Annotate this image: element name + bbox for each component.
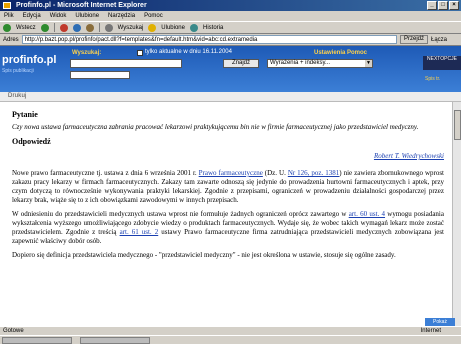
- refresh-icon[interactable]: [72, 23, 81, 32]
- links-label[interactable]: Łącza: [431, 37, 461, 43]
- status-bar: Gotowe Internet: [0, 326, 461, 335]
- address-label: Adres: [3, 36, 19, 43]
- journal-link[interactable]: Nr 126, poz. 1381: [288, 169, 339, 177]
- current-only-checkbox[interactable]: [137, 50, 143, 56]
- author-link[interactable]: Robert T. Wiedrychowski: [12, 152, 444, 161]
- menu-file[interactable]: Plik: [4, 11, 14, 21]
- article-link-60[interactable]: art. 60 ust. 4: [349, 210, 385, 218]
- site-logo[interactable]: profinfo.pl: [2, 54, 56, 66]
- document-content: Pytanie Czy nowa ustawa farmaceutyczna z…: [0, 102, 452, 326]
- search-mode-select[interactable]: Wyrażenia + indeksy... ▼: [267, 59, 373, 68]
- article-link-61[interactable]: art. 61 ust. 2: [120, 228, 159, 236]
- text: Nowe prawo farmaceutyczne tj. ustawa z d…: [12, 169, 199, 177]
- address-bar: Adres http://p.bazt.pop.pl/profinfo/pact…: [0, 34, 461, 46]
- settings-help-links[interactable]: Ustawienia Pomoc: [314, 50, 367, 56]
- window-controls: _ □ ×: [427, 1, 459, 10]
- chevron-down-icon[interactable]: ▼: [365, 60, 372, 67]
- question-heading: Pytanie: [12, 110, 38, 119]
- close-button[interactable]: ×: [449, 1, 459, 10]
- menu-bar: Plik Edycja Widok Ulubione Narzędzia Pom…: [0, 11, 461, 21]
- search-label: Wyszukaj:: [72, 50, 102, 56]
- address-input[interactable]: http://p.bazt.pop.pl/profinfo/pact.dll?f…: [21, 35, 397, 44]
- search-label[interactable]: Wyszukaj: [118, 25, 144, 31]
- maximize-button[interactable]: □: [438, 1, 448, 10]
- answer-paragraph-2: W odniesieniu do przedstawicieli medyczn…: [12, 210, 444, 246]
- show-button[interactable]: Pokaż: [425, 318, 455, 326]
- menu-help[interactable]: Pomoc: [144, 11, 163, 21]
- menu-favorites[interactable]: Ulubione: [75, 11, 99, 21]
- status-text: Gotowe: [3, 328, 24, 334]
- separator: [53, 23, 55, 32]
- home-icon[interactable]: [85, 23, 94, 32]
- vertical-scrollbar[interactable]: [452, 102, 461, 326]
- text: (Dz. U.: [262, 169, 288, 177]
- toolbar: Wstecz Wyszukaj Ulubione Historia: [0, 21, 461, 34]
- secondary-input[interactable]: [70, 71, 130, 79]
- ie-icon: [3, 2, 11, 9]
- taskbar-button[interactable]: [2, 337, 72, 344]
- law-link[interactable]: Prawo farmaceutyczne: [199, 169, 263, 177]
- back-icon[interactable]: [3, 23, 11, 32]
- answer-paragraph-3: Dopiero się definicja przedstawiciela me…: [12, 251, 396, 259]
- stop-icon[interactable]: [59, 23, 68, 32]
- history-icon[interactable]: [189, 23, 198, 32]
- taskbar: [0, 335, 461, 344]
- search-mode-value: Wyrażenia + indeksy...: [270, 60, 331, 66]
- current-only-label: tylko aktualne w dniu 16.11.2004: [145, 49, 232, 55]
- search-input[interactable]: [70, 59, 182, 68]
- document-toolbar: Drukuj: [0, 92, 461, 102]
- window-title: Profinfo.pl - Microsoft Internet Explore…: [16, 2, 147, 9]
- answer-heading: Odpowiedź: [12, 137, 51, 146]
- text: W odniesieniu do przedstawicieli medyczn…: [12, 210, 349, 218]
- partner-logo[interactable]: NEXTOPCJE: [423, 56, 461, 70]
- favorites-label[interactable]: Ulubione: [161, 25, 185, 31]
- search-icon[interactable]: [104, 23, 113, 32]
- question-text: Czy nowa ustawa farmaceutyczna zabrania …: [12, 123, 419, 131]
- menu-view[interactable]: Widok: [50, 11, 67, 21]
- menu-tools[interactable]: Narzędzia: [108, 11, 135, 21]
- back-label[interactable]: Wstecz: [16, 25, 36, 31]
- menu-edit[interactable]: Edycja: [23, 11, 41, 21]
- favorites-icon[interactable]: [148, 23, 157, 32]
- separator: [98, 23, 100, 32]
- taskbar-button[interactable]: [80, 337, 150, 344]
- site-header: profinfo.pl Spis publikacji Wyszukaj: ty…: [0, 46, 461, 92]
- window-title-bar: Profinfo.pl - Microsoft Internet Explore…: [0, 0, 461, 11]
- find-button[interactable]: Znajdź: [223, 59, 259, 68]
- go-button[interactable]: Przejdź: [400, 35, 428, 44]
- table-of-contents-link[interactable]: Spis tr.: [425, 76, 440, 82]
- history-label[interactable]: Historia: [203, 25, 223, 31]
- minimize-button[interactable]: _: [427, 1, 437, 10]
- print-button[interactable]: Drukuj: [8, 93, 27, 99]
- forward-icon[interactable]: [40, 23, 49, 32]
- answer-paragraph-1: Nowe prawo farmaceutyczne tj. ustawa z d…: [12, 169, 444, 205]
- scroll-thumb[interactable]: [454, 110, 461, 140]
- publications-link[interactable]: Spis publikacji: [2, 68, 34, 74]
